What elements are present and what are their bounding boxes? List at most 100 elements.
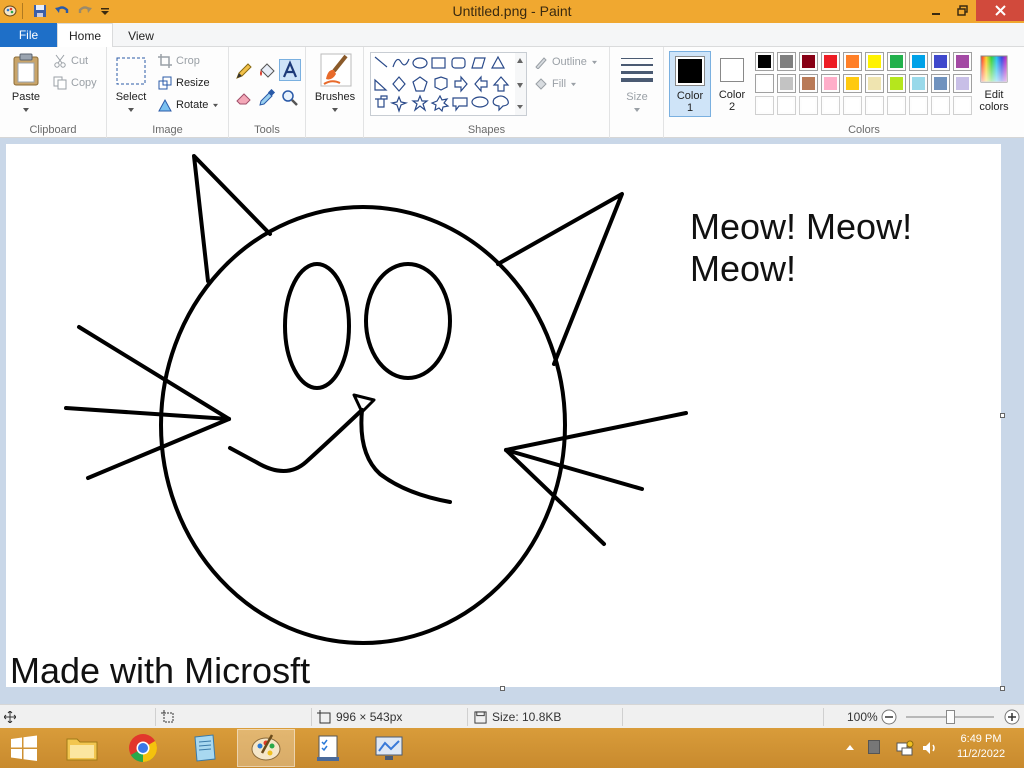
outline-button[interactable]: Outline	[534, 55, 598, 69]
palette-swatch[interactable]	[953, 52, 972, 71]
palette-swatch[interactable]	[755, 74, 774, 93]
taskbar-paint[interactable]	[237, 729, 295, 767]
palette-swatch[interactable]	[909, 96, 928, 115]
palette-swatch[interactable]	[931, 74, 950, 93]
cut-button[interactable]: Cut	[53, 54, 88, 68]
rotate-button[interactable]: Rotate	[158, 98, 219, 112]
palette-swatch[interactable]	[843, 74, 862, 93]
palette-swatch[interactable]	[843, 96, 862, 115]
palette-swatch[interactable]	[821, 96, 840, 115]
chevron-down-icon	[571, 82, 577, 86]
shapes-scrollbar[interactable]	[515, 52, 527, 116]
scissors-icon	[54, 54, 66, 68]
palette-swatch[interactable]	[865, 74, 884, 93]
clipboard-group-label: Clipboard	[29, 124, 77, 136]
palette-swatch[interactable]	[887, 52, 906, 71]
volume-icon[interactable]	[921, 739, 939, 760]
fill-tool[interactable]	[258, 62, 276, 80]
select-button[interactable]: Select	[113, 51, 149, 115]
status-separator	[622, 708, 623, 726]
palette-swatch[interactable]	[777, 74, 796, 93]
palette-swatch-color	[802, 77, 815, 90]
color-picker-tool[interactable]	[258, 88, 276, 107]
shapes-gallery[interactable]	[370, 52, 522, 116]
edit-colors-button[interactable]: Edit colors	[975, 51, 1013, 117]
taskbar-file-explorer[interactable]	[53, 729, 111, 767]
color-1-swatch	[678, 59, 702, 83]
tab-file[interactable]: File	[0, 23, 57, 47]
restore-button[interactable]	[950, 0, 974, 21]
tab-view[interactable]: View	[115, 23, 167, 48]
taskbar-task-manager[interactable]	[299, 729, 357, 767]
resize-handle-corner[interactable]	[1000, 686, 1005, 691]
palette-swatch-color	[890, 77, 903, 90]
magnifier-tool[interactable]	[281, 89, 299, 107]
image-dimensions-text: 996 × 543px	[336, 710, 403, 724]
paste-button[interactable]: Paste	[4, 51, 48, 115]
paint-bucket-icon	[260, 63, 275, 78]
palette-swatch[interactable]	[821, 52, 840, 71]
eraser-tool[interactable]	[235, 89, 253, 107]
resize-handle-right[interactable]	[1000, 413, 1005, 418]
palette-swatch[interactable]	[755, 52, 774, 71]
minimize-button[interactable]	[924, 0, 948, 21]
zoom-out-button[interactable]	[881, 705, 897, 729]
size-button[interactable]: Size	[615, 51, 659, 115]
crop-button[interactable]: Crop	[158, 54, 200, 68]
palette-swatch[interactable]	[777, 96, 796, 115]
start-button[interactable]	[0, 729, 48, 767]
fill-button[interactable]: Fill	[534, 77, 577, 91]
palette-swatch[interactable]	[843, 52, 862, 71]
palette-swatch[interactable]	[931, 96, 950, 115]
palette-swatch[interactable]	[777, 52, 796, 71]
clipboard-group: Paste Cut Copy Clipboard	[0, 47, 107, 138]
palette-swatch-color	[956, 77, 969, 90]
chevron-up-icon	[846, 745, 854, 750]
resize-handle-bottom[interactable]	[500, 686, 505, 691]
palette-swatch[interactable]	[909, 52, 928, 71]
pencil-tool[interactable]	[235, 62, 253, 80]
text-tool[interactable]	[279, 59, 301, 81]
palette-swatch[interactable]	[909, 74, 928, 93]
zoom-in-button[interactable]	[1004, 705, 1020, 729]
close-button[interactable]	[976, 0, 1024, 21]
taskbar-chrome[interactable]	[114, 729, 172, 767]
tray-stop-icon[interactable]	[868, 740, 880, 754]
fill-label: Fill	[552, 78, 567, 90]
palette-swatch[interactable]	[799, 52, 818, 71]
brushes-button[interactable]: Brushes	[313, 51, 357, 115]
copy-button[interactable]: Copy	[53, 76, 97, 90]
palette-swatch[interactable]	[887, 96, 906, 115]
eraser-icon	[236, 93, 251, 105]
image-group: Select Crop Resize Rotate Image	[107, 47, 229, 138]
taskbar-notepad[interactable]	[175, 729, 233, 767]
palette-swatch[interactable]	[821, 74, 840, 93]
tab-home[interactable]: Home	[57, 23, 113, 48]
rotate-icon	[158, 98, 172, 112]
cat-mouth-right	[359, 408, 452, 504]
taskbar-remote-desktop[interactable]	[360, 729, 418, 767]
palette-swatch[interactable]	[931, 52, 950, 71]
palette-swatch-color	[956, 99, 969, 112]
zoom-slider-thumb[interactable]	[946, 710, 955, 724]
palette-swatch[interactable]	[799, 74, 818, 93]
network-icon[interactable]	[896, 739, 914, 760]
color-1-button[interactable]: Color 1	[669, 51, 711, 117]
color-2-button[interactable]: Color 2	[712, 51, 752, 117]
cat-mouth-left	[228, 408, 364, 473]
palette-swatch[interactable]	[865, 96, 884, 115]
palette-swatch[interactable]	[865, 52, 884, 71]
palette-swatch[interactable]	[887, 74, 906, 93]
drawing-canvas[interactable]: Meow! Meow! Meow! Made with Microsft	[6, 144, 1001, 687]
colors-group-label: Colors	[848, 124, 880, 136]
resize-button[interactable]: Resize	[158, 76, 210, 90]
palette-swatch-color	[758, 99, 771, 112]
colors-group: Colors	[752, 47, 976, 138]
paste-label: Paste	[11, 91, 41, 103]
show-hidden-icons-button[interactable]	[845, 742, 855, 756]
palette-swatch[interactable]	[953, 96, 972, 115]
system-clock[interactable]: 6:49 PM 11/2/2022	[946, 732, 1016, 762]
palette-swatch[interactable]	[799, 96, 818, 115]
palette-swatch[interactable]	[755, 96, 774, 115]
palette-swatch[interactable]	[953, 74, 972, 93]
